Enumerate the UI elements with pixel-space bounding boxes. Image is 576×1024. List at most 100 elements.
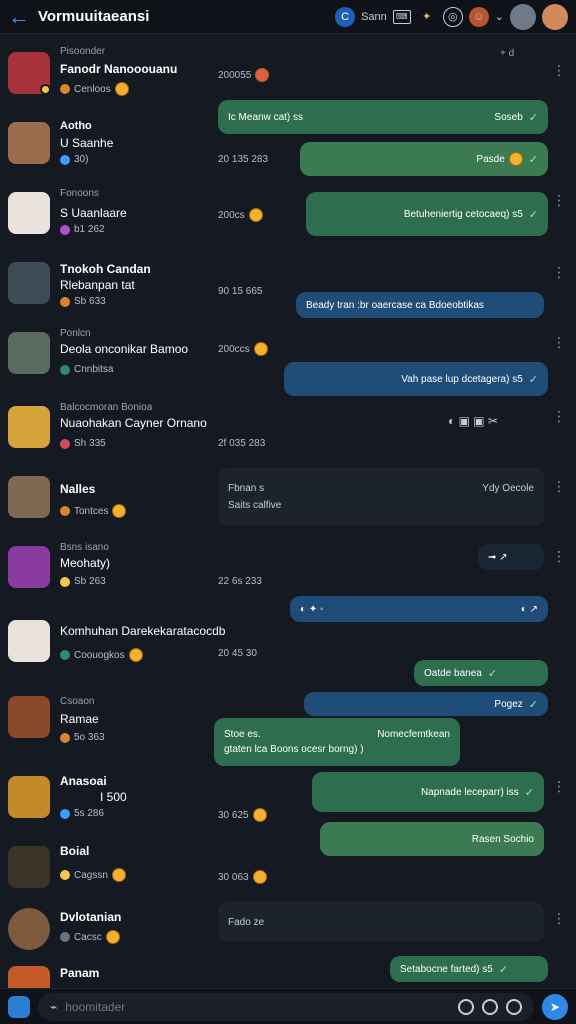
- row-time: 200055: [218, 68, 270, 82]
- row-sub-text: Cagssn: [74, 869, 108, 881]
- game-icon: [60, 732, 70, 743]
- row-time: 200ccs: [218, 342, 268, 356]
- message-bubble[interactable]: Stoe es. Nomecfemtkean gtaten lca Boons o…: [214, 718, 460, 766]
- list-item[interactable]: Ponlcn Deola onconikar Bamoo Cnnbitsa 20…: [0, 324, 576, 396]
- row-time-text: 20 45 30: [218, 648, 257, 659]
- avatar: [8, 406, 50, 448]
- message-bubble[interactable]: Fbnan s Ydy Oecole Saits calfive: [218, 468, 544, 526]
- status-label: Sann: [361, 10, 387, 23]
- message-bubble[interactable]: Beady tran :br oaercase ca Bdoeobtikas: [296, 292, 544, 318]
- message-input[interactable]: [65, 999, 450, 1014]
- list-item[interactable]: Csoaon Ramae 5o 363 Pogez ✓ Stoe es. Nomec…: [0, 688, 576, 766]
- more-icon[interactable]: ⋮: [552, 910, 566, 927]
- logo-icon[interactable]: C: [335, 6, 356, 27]
- globe-icon[interactable]: ◎: [442, 6, 463, 27]
- bubble-text-line2: Saits calfive: [228, 500, 282, 511]
- avatar: [8, 262, 50, 304]
- bubble-text: Pasde: [476, 153, 505, 165]
- check-icon: ✓: [498, 963, 509, 976]
- bubble-text: Oatde banea: [424, 667, 482, 679]
- more-icon[interactable]: ⋮: [552, 192, 566, 209]
- emoji-icon: [114, 82, 129, 96]
- message-bubble[interactable]: Rasen Sochio: [320, 822, 544, 856]
- message-bubble[interactable]: Napnade leceparr) iss ✓: [312, 772, 544, 812]
- row-time: 2f 035 283: [218, 438, 265, 449]
- app-icon[interactable]: [8, 995, 30, 1018]
- chevron-down-icon[interactable]: ⌄: [495, 10, 504, 23]
- row-meta: Csoaon: [60, 696, 95, 707]
- row-name: Dvlotanian: [60, 910, 122, 924]
- more-icon[interactable]: ⋮: [552, 264, 566, 281]
- message-input-wrapper[interactable]: ⌁: [38, 992, 534, 1021]
- row-sub-text: Coouogkos: [74, 649, 125, 661]
- message-bubble[interactable]: Oatde banea ✓: [414, 660, 548, 686]
- game-icon: [60, 84, 70, 94]
- avatar-small[interactable]: ☺: [468, 6, 489, 27]
- row-name: Fanodr Nanooouanu: [60, 62, 178, 76]
- row-sub-text: Cnnbitsa: [74, 364, 114, 375]
- row-sub: 30): [60, 154, 88, 165]
- row-sub-text: Sb 263: [74, 576, 106, 587]
- more-icon[interactable]: ⋮: [552, 478, 566, 495]
- check-icon: ✓: [487, 667, 498, 680]
- keyboard-icon[interactable]: ⌨: [392, 9, 411, 24]
- bubble-text: Ic Meanw cat) ss: [228, 111, 304, 123]
- message-bubble[interactable]: Ic Meanw cat) ss Soseb ✓: [218, 100, 548, 134]
- more-icon[interactable]: ⋮: [552, 334, 566, 351]
- arrow-left-icon[interactable]: ←: [8, 4, 38, 30]
- user-avatar[interactable]: [510, 3, 536, 30]
- row-meta: Fonoons: [60, 188, 99, 199]
- row-time: 30 625: [218, 808, 267, 822]
- list-item[interactable]: Bsns isano Meohaty) Sb 263 22 6s 233 ➟ ↗…: [0, 538, 576, 622]
- bubble-text: Rasen Sochio: [471, 833, 534, 845]
- more-icon[interactable]: ⋮: [552, 548, 566, 565]
- bubble-text: Beady tran :br oaercase ca Bdoeobtikas: [306, 299, 484, 311]
- list-item[interactable]: Aotho U Saanhe 30) 20 135 283 Ic Meanw c…: [0, 100, 576, 184]
- row-time-text: 200055: [218, 69, 252, 81]
- message-bubble[interactable]: Pasde ✓: [300, 142, 548, 176]
- game-icon: [60, 296, 70, 307]
- more-icon[interactable]: ⋮: [552, 408, 566, 425]
- action-icons[interactable]: ◐ ▣ ▣ ✂: [448, 414, 498, 428]
- list-item[interactable]: Tnokoh Candan Rlebanpan tat Sb 633 90 15…: [0, 254, 576, 324]
- list-item[interactable]: Boial Cagssn 30 063 Rasen Sochio: [0, 822, 576, 908]
- send-icon[interactable]: ➤: [542, 993, 568, 1020]
- sticker-icon[interactable]: [482, 998, 498, 1015]
- message-bubble[interactable]: Setabocne farted) s5 ✓: [390, 956, 548, 982]
- list-item[interactable]: Balcocmoran Bonioa Nuaohakan Cayner Orna…: [0, 398, 576, 468]
- message-bubble[interactable]: ➟ ↗: [478, 544, 544, 570]
- emoji-icon: [253, 342, 268, 356]
- row-meta: Ponlcn: [60, 328, 91, 339]
- status-icon: [60, 932, 70, 942]
- row-name: Nuaohakan Cayner Ornano: [60, 416, 207, 430]
- gif-icon[interactable]: [506, 998, 522, 1015]
- list-item[interactable]: Panam Setabocne farted) s5 ✓: [0, 956, 576, 988]
- more-icon[interactable]: ⋮: [552, 778, 566, 795]
- tool-icon[interactable]: ✦: [417, 7, 437, 27]
- game-icon: [60, 808, 70, 819]
- bubble-text: Stoe es.: [224, 729, 261, 740]
- row-right-meta: + d: [500, 48, 515, 59]
- row-time: 30 063: [218, 870, 267, 884]
- row-name: U Saanhe: [60, 136, 114, 150]
- bubble-text: Vah pase lup dcetagera) s5: [401, 373, 523, 385]
- profile-avatar[interactable]: [542, 3, 568, 30]
- message-bubble[interactable]: Pogez ✓: [304, 692, 548, 716]
- row-sub: Sh 335: [60, 438, 106, 449]
- status-icon: [60, 650, 70, 660]
- row-time-text: 200cs: [218, 209, 245, 221]
- emoji-icon[interactable]: [458, 998, 474, 1015]
- more-icon[interactable]: ⋮: [552, 62, 566, 79]
- row-sub-text: b1 262: [74, 224, 105, 235]
- row-name: S Uaanlaare: [60, 206, 127, 220]
- message-bubble[interactable]: Fado ze: [218, 902, 544, 942]
- list-item[interactable]: Komhuhan Darekekaratacocdb Coouogkos 20 …: [0, 612, 576, 686]
- message-bubble[interactable]: Vah pase lup dcetagera) s5 ✓: [284, 362, 548, 396]
- attach-icon[interactable]: ⌁: [50, 1000, 57, 1014]
- list-item[interactable]: Fonoons S Uaanlaare b1 262 200cs Betuhen…: [0, 184, 576, 254]
- list-item[interactable]: Nalles Tontces Fbnan s Ydy Oecole Saits c…: [0, 468, 576, 538]
- row-sub: Tontces: [60, 504, 127, 518]
- message-bubble[interactable]: Betuheniertig cetocaeq) s5 ✓: [306, 192, 548, 236]
- emoji-icon: [128, 648, 143, 662]
- row-sub-text: Cacsc: [74, 931, 102, 943]
